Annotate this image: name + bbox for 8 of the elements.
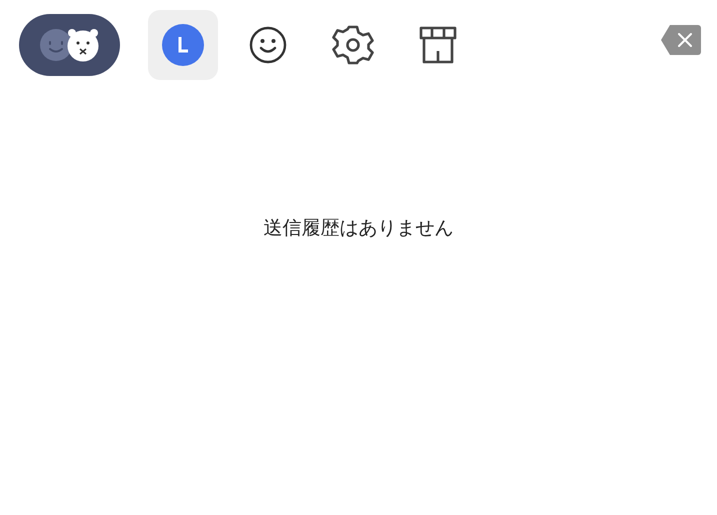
clock-icon bbox=[162, 24, 204, 66]
backspace-button[interactable] bbox=[660, 24, 702, 56]
empty-message: 送信履歴はありません bbox=[264, 216, 454, 240]
clock-tab[interactable] bbox=[148, 10, 218, 80]
settings-icon bbox=[332, 24, 374, 66]
sticker-faces-icon bbox=[38, 28, 100, 62]
smiley-icon bbox=[249, 26, 287, 64]
shop-icon bbox=[418, 25, 458, 65]
